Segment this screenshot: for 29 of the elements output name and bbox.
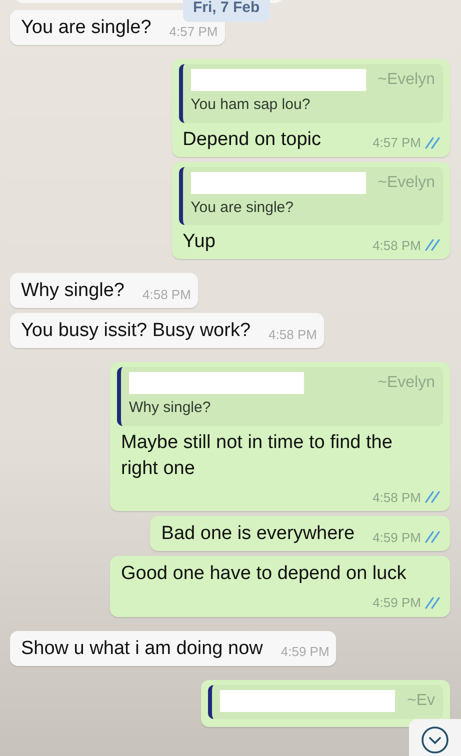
message-time: 4:59 PM	[280, 643, 330, 661]
quoted-message[interactable]: ~Evelyn Why single?	[117, 367, 443, 426]
message-text: Maybe still not in time to find the right one	[120, 430, 394, 480]
message-text: Depend on topic	[182, 128, 322, 152]
quote-text: Why single?	[129, 398, 212, 418]
quote-text: You ham sap lou?	[190, 95, 312, 115]
date-chip: Fri, 7 Feb	[183, 0, 270, 22]
quote-author: ~Evelyn	[378, 172, 435, 192]
message-text: Yup	[182, 230, 216, 254]
quote-text: You are single?	[190, 198, 294, 218]
message-time: 4:58 PM	[268, 326, 317, 344]
message-text: Good one have to depend on luck	[120, 562, 408, 586]
quoted-message[interactable]: ~Evelyn You are single?	[178, 166, 443, 225]
message-time: 4:58 PM	[372, 236, 421, 254]
message-text: You are single?	[20, 16, 152, 40]
message-time: 4:59 PM	[372, 594, 421, 612]
quote-author: ~Evelyn	[378, 373, 435, 393]
message-time: 4:58 PM	[372, 488, 421, 506]
quote-author: ~Evelyn	[378, 70, 435, 90]
message-text: You busy issit? Busy work?	[20, 319, 252, 343]
message-time: 4:59 PM	[372, 528, 421, 546]
message-time: 4:57 PM	[169, 22, 218, 40]
message-text: Show u what i am doing now	[20, 636, 264, 660]
message-time: 4:58 PM	[142, 286, 191, 304]
message-text: Why single?	[20, 279, 126, 303]
quoted-message[interactable]: ~Evelyn You ham sap lou?	[178, 64, 443, 122]
quote-author: ~Ev	[406, 690, 435, 710]
message-time: 4:57 PM	[372, 134, 421, 152]
message-text: Bad one is everywhere	[160, 522, 356, 546]
